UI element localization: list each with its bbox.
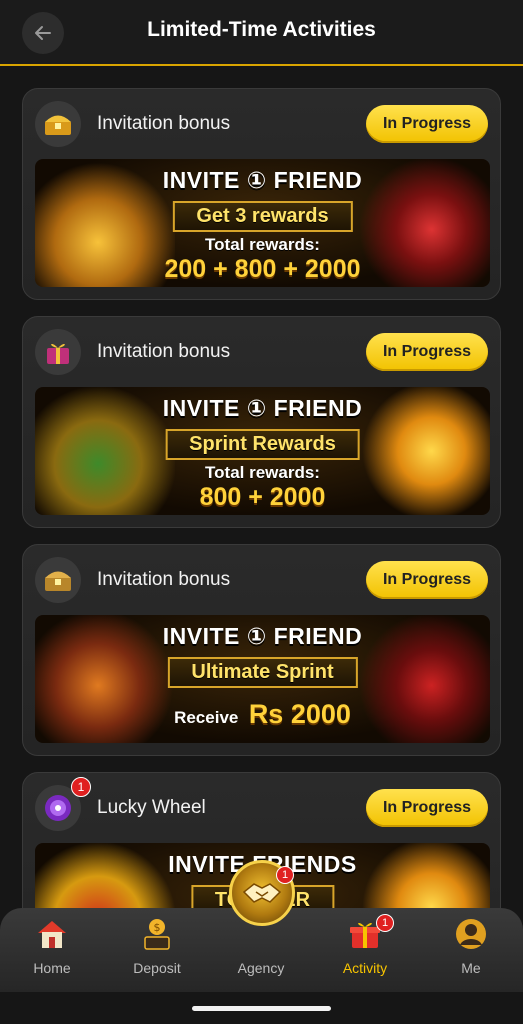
receive-label: Receive xyxy=(174,708,239,727)
activity-title: Lucky Wheel xyxy=(97,797,206,818)
activity-badge: 1 xyxy=(376,914,394,932)
activity-card[interactable]: Invitation bonus In Progress INVITE ① FR… xyxy=(22,88,501,300)
nav-item-deposit[interactable]: $ Deposit xyxy=(112,916,202,986)
banner-subtitle: Total rewards: xyxy=(205,235,320,254)
treasure-chest-icon xyxy=(35,557,81,603)
activity-banner[interactable]: INVITE ① FRIEND Get 3 rewards Total rewa… xyxy=(35,159,490,287)
activity-card[interactable]: Invitation bonus In Progress INVITE ① FR… xyxy=(22,544,501,756)
nav-label: Agency xyxy=(237,960,285,976)
system-bar xyxy=(0,992,523,1024)
home-icon xyxy=(34,916,70,952)
banner-ribbon: Get 3 rewards xyxy=(172,201,353,232)
activity-title: Invitation bonus xyxy=(97,341,231,362)
in-progress-button[interactable]: In Progress xyxy=(366,561,488,599)
activity-card[interactable]: Invitation bonus In Progress INVITE ① FR… xyxy=(22,316,501,528)
nav-label: Me xyxy=(461,960,481,976)
profile-icon xyxy=(453,916,489,952)
receive-amount: Rs 2000 xyxy=(248,699,351,729)
nav-label: Deposit xyxy=(133,960,181,976)
nav-item-activity[interactable]: 1 Activity xyxy=(320,914,410,986)
home-indicator[interactable] xyxy=(192,1006,331,1011)
nav-item-me[interactable]: Me xyxy=(426,916,516,986)
activity-list[interactable]: Invitation bonus In Progress INVITE ① FR… xyxy=(0,68,523,908)
in-progress-button[interactable]: In Progress xyxy=(366,105,488,143)
activity-banner[interactable]: INVITE ① FRIEND Sprint Rewards Total rew… xyxy=(35,387,490,515)
banner-receive: Receive Rs 2000 xyxy=(35,699,490,730)
header-bar: Limited-Time Activities xyxy=(0,0,523,66)
agency-badge: 1 xyxy=(276,866,294,884)
agency-handshake-icon xyxy=(242,883,282,903)
nav-label: Activity xyxy=(342,960,388,976)
nav-item-agency[interactable]: Agency xyxy=(216,916,306,986)
in-progress-button[interactable]: In Progress xyxy=(366,789,488,827)
activity-title: Invitation bonus xyxy=(97,113,231,134)
banner-headline: INVITE ① FRIEND xyxy=(162,623,363,649)
gift-box-icon xyxy=(35,329,81,375)
nav-item-home[interactable]: Home xyxy=(7,916,97,986)
deposit-icon: $ xyxy=(139,916,175,952)
svg-text:$: $ xyxy=(154,921,161,934)
activity-title: Invitation bonus xyxy=(97,569,231,590)
banner-ribbon: Sprint Rewards xyxy=(165,429,360,460)
banner-headline: INVITE ① FRIEND xyxy=(162,167,363,193)
banner-rewards: 200 + 800 + 2000 xyxy=(164,255,361,283)
banner-subtitle: Total rewards: xyxy=(205,463,320,482)
banner-rewards: 800 + 2000 xyxy=(199,483,326,511)
banner-headline: INVITE ① FRIEND xyxy=(162,395,363,421)
notification-badge: 1 xyxy=(71,777,91,797)
in-progress-button[interactable]: In Progress xyxy=(366,333,488,371)
treasure-chest-icon xyxy=(35,101,81,147)
activity-banner[interactable]: INVITE ① FRIEND Ultimate Sprint Receive … xyxy=(35,615,490,743)
page-title: Limited-Time Activities xyxy=(147,18,376,41)
banner-ribbon: Ultimate Sprint xyxy=(167,657,358,688)
nav-label: Home xyxy=(33,960,71,976)
